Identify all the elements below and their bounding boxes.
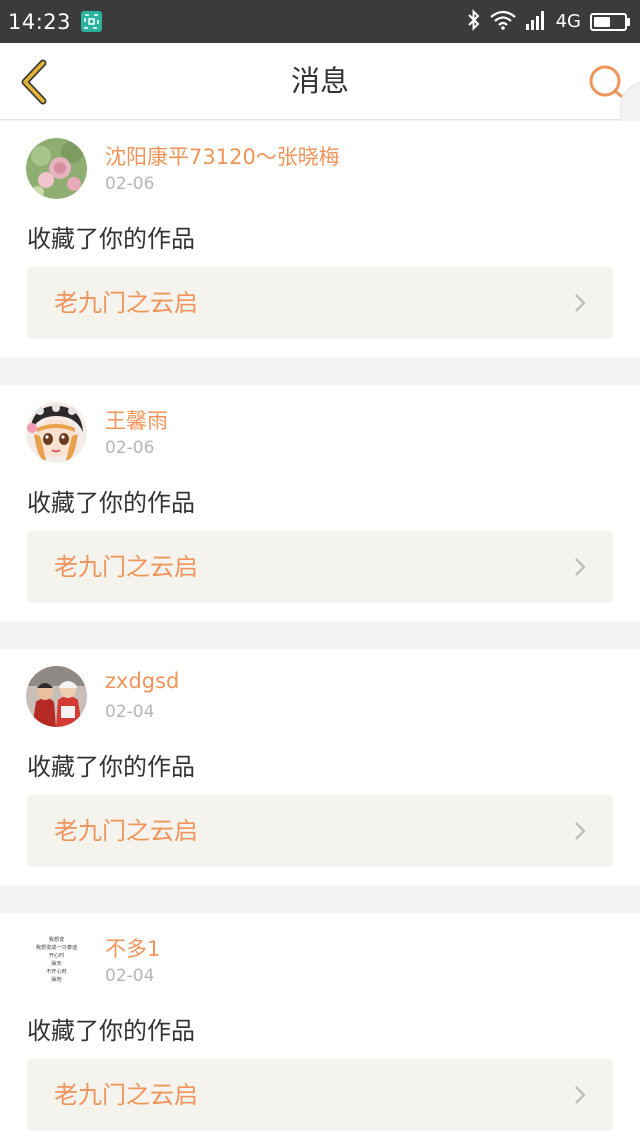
- message-card: zxdgsd 02-04 收藏了你的作品 老九门之云启: [0, 649, 640, 885]
- network-type: 4G: [555, 11, 581, 32]
- search-icon: [589, 65, 623, 98]
- battery-level: [594, 16, 610, 27]
- message-date: 02-04: [105, 966, 155, 986]
- work-link[interactable]: 老九门之云启: [27, 267, 613, 339]
- avatar-text-line: 开心时: [49, 951, 65, 959]
- search-button[interactable]: [586, 62, 626, 102]
- battery-icon: [590, 12, 630, 31]
- message-date: 02-06: [105, 438, 155, 458]
- work-title: 老九门之云启: [54, 817, 198, 845]
- avatar-text-line: 我想变: [49, 935, 65, 943]
- work-title: 老九门之云启: [54, 553, 198, 581]
- action-text: 收藏了你的作品: [27, 753, 195, 781]
- bluetooth-icon: [467, 8, 481, 35]
- avatar-text-line: 不开心时: [46, 967, 67, 975]
- chevron-right-icon: [575, 558, 586, 576]
- message-list: 沈阳康平73120～张晓梅 02-06 收藏了你的作品 老九门之云启 王馨雨 0…: [0, 121, 640, 1138]
- avatar-text-line: 我想变成一只泰迪: [36, 943, 78, 951]
- message-date: 02-04: [105, 702, 155, 722]
- avatar-text-line: 操天: [51, 959, 61, 967]
- screenshot-icon: [81, 11, 103, 32]
- action-text: 收藏了你的作品: [27, 489, 195, 517]
- work-link[interactable]: 老九门之云启: [27, 795, 613, 867]
- work-link[interactable]: 老九门之云启: [27, 531, 613, 603]
- message-card: 王馨雨 02-06 收藏了你的作品 老九门之云启: [0, 385, 640, 621]
- avatar-text-line: 操地: [51, 975, 61, 983]
- work-title: 老九门之云启: [54, 1081, 198, 1109]
- username[interactable]: 沈阳康平73120～张晓梅: [105, 141, 340, 171]
- username[interactable]: 王馨雨: [105, 405, 168, 435]
- work-title: 老九门之云启: [54, 289, 198, 317]
- top-bar: 消息: [0, 43, 640, 120]
- username[interactable]: zxdgsd: [105, 669, 179, 693]
- message-card: 我想变 我想变成一只泰迪 开心时 操天 不开心时 操地 不多1 02-04 收藏…: [0, 913, 640, 1138]
- action-text: 收藏了你的作品: [27, 225, 195, 253]
- avatar[interactable]: [26, 138, 87, 199]
- action-text: 收藏了你的作品: [27, 1017, 195, 1045]
- signal-icon: [525, 10, 547, 34]
- wifi-icon: [489, 10, 516, 34]
- avatar[interactable]: [26, 666, 87, 727]
- message-card: 沈阳康平73120～张晓梅 02-06 收藏了你的作品 老九门之云启: [0, 121, 640, 357]
- username[interactable]: 不多1: [105, 933, 160, 963]
- work-link[interactable]: 老九门之云启: [27, 1059, 613, 1131]
- avatar[interactable]: [26, 402, 87, 463]
- chevron-right-icon: [575, 1086, 586, 1104]
- chevron-right-icon: [575, 822, 586, 840]
- avatar[interactable]: 我想变 我想变成一只泰迪 开心时 操天 不开心时 操地: [26, 930, 87, 991]
- chevron-right-icon: [575, 294, 586, 312]
- status-time: 14:23: [8, 9, 72, 34]
- status-bar: 14:23 4G: [0, 0, 640, 43]
- page-title: 消息: [290, 64, 349, 98]
- message-date: 02-06: [105, 174, 155, 194]
